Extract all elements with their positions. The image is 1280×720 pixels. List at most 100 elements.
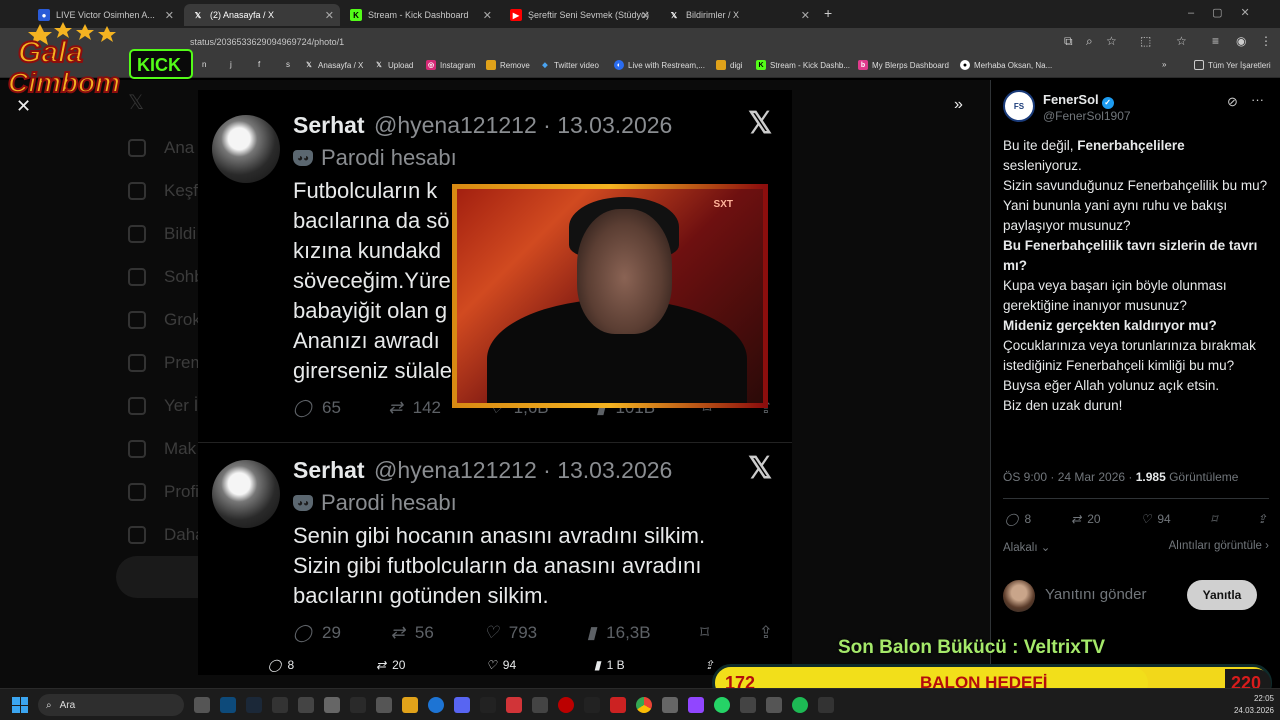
cast-icon[interactable]: ⧉ [1064, 34, 1073, 49]
nav-premium[interactable]: Prem [128, 353, 205, 373]
tab-youtube-studio[interactable]: ▶ Şereftir Seni Sevmek (Stüdyo) ✕ [502, 4, 656, 26]
bookmark-remove[interactable]: Remove [486, 60, 530, 70]
taskbar-search[interactable]: ⌕ Ara [38, 694, 184, 716]
spotify-icon[interactable] [792, 697, 808, 713]
retweet-button[interactable]: ⇄ 20 [376, 658, 405, 672]
like-button[interactable]: ♡ 94 [486, 658, 516, 672]
tab-anasayfa[interactable]: 𝕏 (2) Anasayfa / X ✕ [184, 4, 340, 26]
app-icon[interactable] [324, 697, 340, 713]
bookmark-short-3[interactable]: f [258, 60, 260, 69]
bookmark-kick-dashboard[interactable]: K Stream - Kick Dashb... [756, 60, 850, 70]
close-tab-icon[interactable]: ✕ [325, 9, 334, 22]
nav-messages[interactable]: Sohb [128, 267, 204, 287]
window-controls[interactable]: –▢✕ [1188, 6, 1268, 19]
bookmark-short-1[interactable]: n [202, 60, 206, 69]
share-button[interactable]: ⇪ [1257, 512, 1267, 526]
whatsapp-icon[interactable] [714, 697, 730, 713]
steam-icon[interactable] [246, 697, 262, 713]
tab-kick-dashboard[interactable]: K Stream - Kick Dashboard ✕ [342, 4, 498, 26]
edge-icon[interactable] [428, 697, 444, 713]
fenersol-avatar[interactable]: FS [1003, 90, 1035, 122]
app-icon[interactable] [376, 697, 392, 713]
discord-icon[interactable] [454, 697, 470, 713]
nav-articles[interactable]: Mak [128, 439, 196, 459]
all-bookmarks[interactable]: Tüm Yer İşaretleri [1194, 60, 1271, 70]
reply-submit-button[interactable]: Yanıtla [1187, 580, 1257, 610]
app-icon[interactable] [610, 697, 626, 713]
folder-icon[interactable] [402, 697, 418, 713]
close-tab-icon[interactable]: ✕ [801, 9, 810, 22]
url-text[interactable]: status/2036533629094969724/photo/1 [190, 33, 344, 51]
extensions-icon[interactable]: ⬚ [1140, 34, 1151, 48]
bookmark-twitter-video[interactable]: ◆ Twitter video [540, 60, 599, 70]
nav-grok[interactable]: Grok [128, 310, 201, 330]
reply-input[interactable]: Yanıtını gönder [1045, 586, 1146, 603]
heart-icon: ♡ [486, 658, 497, 672]
system-clock[interactable]: 22:05 24.03.2026 [1234, 693, 1274, 717]
new-tab-button[interactable]: + [824, 5, 832, 21]
tweet-text-segment: Fenerbahçelilere [1077, 138, 1185, 153]
app-icon[interactable] [584, 697, 600, 713]
reply-button[interactable]: ◯ 8 [268, 658, 294, 672]
store-icon[interactable] [220, 697, 236, 713]
profile-icon[interactable]: ◉ [1236, 34, 1246, 48]
task-view-icon[interactable] [194, 697, 210, 713]
nav-profile[interactable]: Profi [128, 482, 199, 502]
app-icon[interactable] [532, 697, 548, 713]
bookmark-blerps[interactable]: b My Blerps Dashboard [858, 60, 949, 70]
app-icon[interactable] [740, 697, 756, 713]
app-icon[interactable] [766, 697, 782, 713]
bookmarks-overflow-icon[interactable]: » [1162, 60, 1166, 69]
x-icon: 𝕏 [194, 10, 202, 20]
app-icon[interactable] [506, 697, 522, 713]
views-icon: ▮ [594, 658, 601, 672]
app-icon[interactable] [558, 697, 574, 713]
more-options-icon[interactable]: ··· [1251, 92, 1264, 107]
bookmark-star-icon[interactable]: ☆ [1176, 34, 1187, 48]
bookmark-instagram[interactable]: ◎ Instagram [426, 60, 476, 70]
close-tab-icon[interactable]: ✕ [641, 9, 650, 22]
reading-list-icon[interactable]: ≡ [1212, 34, 1219, 48]
author-handle[interactable]: @FenerSol1907 [1043, 109, 1131, 123]
nav-more[interactable]: Daha [128, 525, 205, 545]
zoom-icon[interactable]: ⌕ [1086, 34, 1093, 49]
like-button[interactable]: ♡ 94 [1141, 512, 1171, 526]
nav-notifications[interactable]: Bildi [128, 224, 196, 244]
bookmark-digi[interactable]: digi [716, 60, 742, 70]
bookmark-merhaba[interactable]: ● Merhaba Oksan, Na... [960, 60, 1052, 70]
close-photo-icon[interactable]: ✕ [16, 96, 31, 117]
bookmark-short-2[interactable]: j [230, 60, 232, 69]
bookmark-upload[interactable]: 𝕏 Upload [374, 60, 413, 70]
star-icon[interactable]: ☆ [1106, 34, 1117, 48]
epic-icon[interactable] [480, 697, 496, 713]
view-quotes-link[interactable]: Alıntıları görüntüle › [1169, 540, 1269, 554]
collapse-panel-icon[interactable]: » [954, 96, 963, 114]
settings-icon[interactable] [662, 697, 678, 713]
tab-bildirimler[interactable]: 𝕏 Bildirimler / X ✕ [660, 4, 816, 26]
nav-bookmarks[interactable]: Yer İ [128, 396, 198, 416]
nav-explore[interactable]: Keşf [128, 181, 198, 201]
author-name[interactable]: FenerSol ✓ [1043, 92, 1114, 109]
menu-icon[interactable]: ⋮ [1260, 34, 1272, 48]
app-icon[interactable] [818, 697, 834, 713]
app-icon[interactable] [272, 697, 288, 713]
chevron-right-icon: › [1261, 540, 1269, 552]
bookmark-anasayfa[interactable]: 𝕏 Anasayfa / X [304, 60, 363, 70]
chrome-icon[interactable] [636, 697, 652, 713]
reply-button[interactable]: ◯ 8 [1005, 512, 1031, 526]
app-icon[interactable] [350, 697, 366, 713]
like-stat: ♡ 793 [483, 623, 538, 642]
app-icon[interactable] [298, 697, 314, 713]
close-tab-icon[interactable]: ✕ [165, 9, 174, 22]
app-icon[interactable] [688, 697, 704, 713]
close-tab-icon[interactable]: ✕ [483, 9, 492, 22]
bookmark-short-4[interactable]: s [286, 60, 290, 69]
bookmark-button[interactable]: ⌑ [1211, 512, 1217, 526]
relevant-dropdown[interactable]: Alakalı ⌄ [1003, 540, 1050, 554]
grok-icon[interactable]: ⊘ [1227, 94, 1238, 110]
retweet-button[interactable]: ⇄ 20 [1071, 512, 1100, 526]
bookmark-restream[interactable]: ◐ Live with Restream,... [614, 60, 705, 70]
nav-home[interactable]: Ana [128, 138, 194, 158]
share-button[interactable]: ⇪ [704, 658, 714, 672]
windows-start-icon[interactable] [12, 697, 28, 713]
